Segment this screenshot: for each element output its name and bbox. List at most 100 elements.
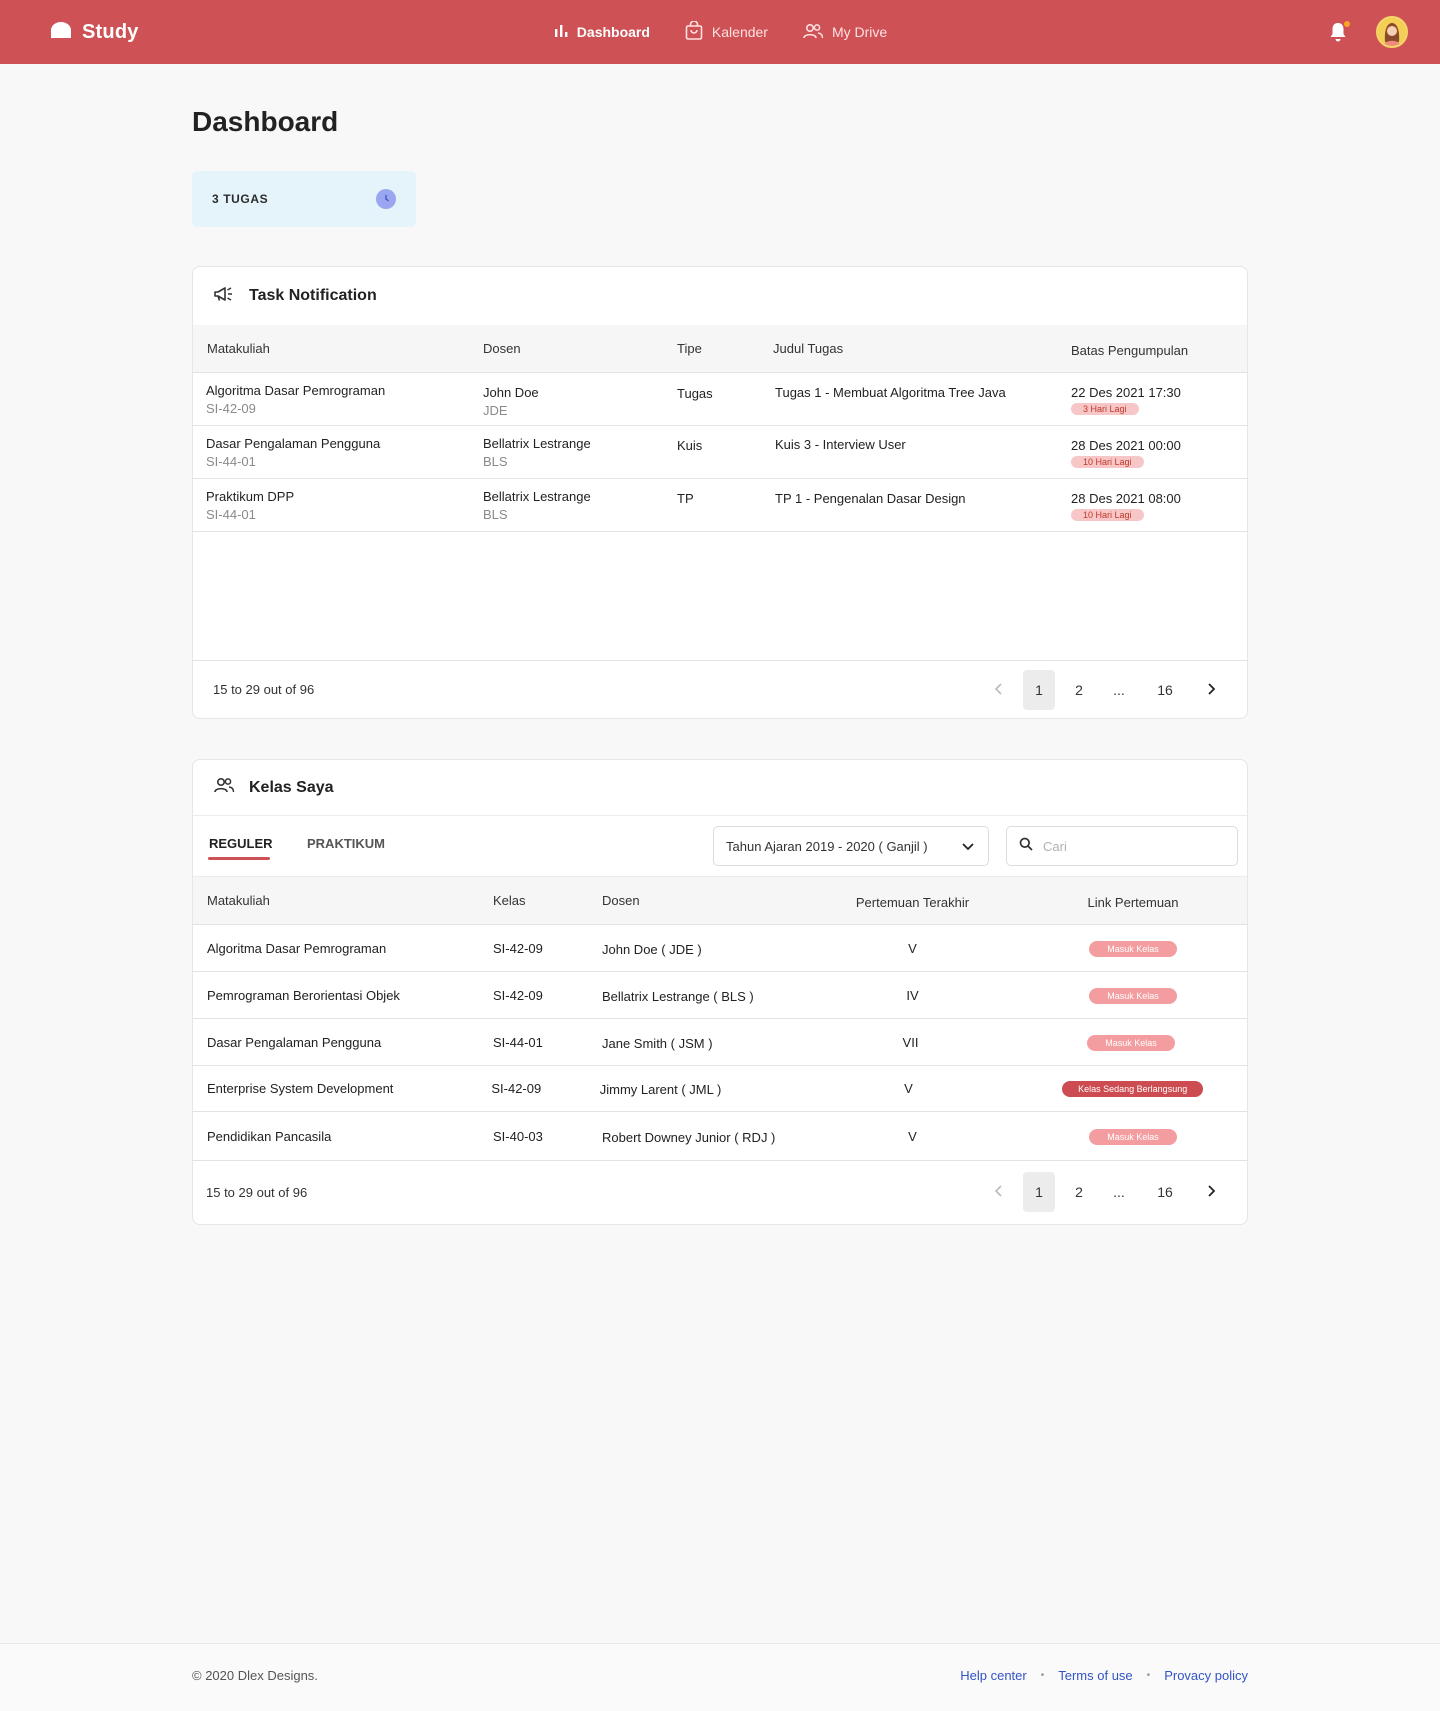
tab-reguler[interactable]: REGULER — [209, 836, 273, 851]
notification-dot — [1344, 21, 1350, 27]
column-header: Dosen — [602, 893, 640, 908]
separator-dot: • — [1040, 1670, 1045, 1681]
task-summary-card[interactable]: 3 TUGAS — [192, 171, 416, 227]
page-list: 1 2 ... 16 — [983, 1172, 1227, 1212]
people-icon — [802, 22, 824, 43]
previous-page-button[interactable] — [983, 670, 1015, 710]
join-class-button[interactable]: Masuk Kelas — [1089, 940, 1177, 957]
footer: © 2020 Dlex Designs. Help center • Terms… — [0, 1643, 1440, 1711]
deadline: 28 Des 2021 08:00 — [1071, 491, 1181, 506]
page-button[interactable]: 2 — [1063, 670, 1095, 710]
active-tab-indicator — [208, 857, 270, 860]
nav-label: Kalender — [711, 24, 768, 40]
table-row[interactable]: Praktikum DPP SI-44-01 Bellatrix Lestran… — [193, 479, 1247, 532]
table-row[interactable]: Dasar Pengalaman Pengguna SI-44-01 Bella… — [193, 426, 1247, 479]
privacy-link[interactable]: Provacy policy — [1164, 1668, 1248, 1683]
brand-name: Study — [82, 20, 139, 43]
task-type: TP — [677, 490, 694, 506]
card-header: Task Notification — [193, 267, 1247, 325]
table-row[interactable]: Algoritma Dasar Pemrograman SI-42-09 Joh… — [193, 925, 1247, 972]
tab-praktikum[interactable]: PRAKTIKUM — [307, 836, 385, 851]
course-name: Enterprise System Development — [207, 1081, 394, 1096]
column-header: Kelas — [493, 893, 526, 908]
table-row[interactable]: Pendidikan Pancasila SI-40-03 Robert Dow… — [193, 1112, 1247, 1161]
main-nav: Dashboard Kalender My Drive — [0, 0, 1440, 64]
page-ellipsis: ... — [1113, 1184, 1125, 1200]
previous-page-button[interactable] — [983, 1172, 1015, 1212]
card-title: Kelas Saya — [249, 778, 334, 796]
footer-links: Help center • Terms of use • Provacy pol… — [960, 1668, 1248, 1683]
lecturer-name: Jimmy Larent ( JML ) — [599, 1082, 722, 1097]
table-row[interactable]: Algoritma Dasar Pemrograman SI-42-09 Joh… — [193, 373, 1247, 426]
task-title: Kuis 3 - Interview User — [775, 436, 906, 452]
lecturer-name: Robert Downey Junior ( RDJ ) — [602, 1129, 776, 1145]
class-code: SI-42-09 — [493, 940, 543, 956]
table-header: Matakuliah Dosen Tipe Judul Tugas Batas … — [193, 325, 1247, 373]
bell-icon — [1328, 23, 1348, 47]
brand[interactable]: Study — [50, 0, 139, 64]
page-button[interactable]: 1 — [1023, 1172, 1055, 1212]
page-button[interactable]: 1 — [1023, 669, 1055, 710]
term-select[interactable]: Tahun Ajaran 2019 - 2020 ( Ganjil ) — [713, 826, 989, 866]
live-class-button[interactable]: Kelas Sedang Berlangsung — [1062, 1081, 1204, 1097]
lecturer-code: BLS — [483, 506, 508, 522]
join-class-button[interactable]: Masuk Kelas — [1089, 1128, 1177, 1145]
table-header: Matakuliah Kelas Dosen Pertemuan Terakhi… — [193, 877, 1247, 925]
course-name: Algoritma Dasar Pemrograman — [206, 382, 386, 398]
table-row[interactable]: Pemrograman Berorientasi Objek SI-42-09 … — [193, 972, 1247, 1019]
avatar[interactable] — [1376, 16, 1408, 48]
lecturer-name: John Doe ( JDE ) — [602, 941, 702, 957]
class-code: SI-44-01 — [493, 1034, 543, 1050]
course-name: Pemrograman Berorientasi Objek — [207, 987, 400, 1003]
lecturer-name: Bellatrix Lestrange ( BLS ) — [602, 988, 754, 1004]
page-button[interactable]: 2 — [1063, 1172, 1095, 1212]
course-name: Dasar Pengalaman Pengguna — [206, 435, 381, 451]
remaining-badge: 10 Hari Lagi — [1071, 509, 1144, 521]
lecturer-code: JDE — [483, 402, 508, 418]
card-header: Kelas Saya — [193, 760, 1247, 815]
page-button[interactable]: 16 — [1143, 1172, 1187, 1212]
pagination-summary: 15 to 29 out of 96 — [206, 1184, 308, 1200]
class-code: SI-42-09 — [491, 1081, 542, 1096]
nav-my-drive[interactable]: My Drive — [802, 22, 887, 43]
nav-dashboard[interactable]: Dashboard — [553, 23, 650, 42]
task-type: Tugas — [677, 385, 713, 401]
search-icon — [1019, 837, 1033, 856]
join-class-button[interactable]: Masuk Kelas — [1089, 987, 1177, 1004]
lecturer-name: Bellatrix Lestrange — [483, 435, 591, 451]
table-row[interactable]: Dasar Pengalaman Pengguna SI-44-01 Jane … — [193, 1019, 1247, 1066]
separator-dot: • — [1146, 1670, 1151, 1681]
table-row[interactable]: Enterprise System Development SI-42-09 J… — [193, 1066, 1247, 1112]
chevron-right-icon — [1206, 1184, 1216, 1200]
help-center-link[interactable]: Help center — [960, 1668, 1026, 1683]
task-notification-card: Task Notification Matakuliah Dosen Tipe … — [192, 266, 1248, 719]
course-name: Algoritma Dasar Pemrograman — [207, 940, 387, 956]
next-page-button[interactable] — [1195, 1172, 1227, 1212]
chevron-right-icon — [1206, 682, 1216, 698]
nav-kalender[interactable]: Kalender — [684, 19, 768, 44]
search-input[interactable] — [1043, 838, 1223, 854]
lecturer-name: Bellatrix Lestrange — [483, 488, 591, 504]
next-page-button[interactable] — [1195, 670, 1227, 710]
column-header: Pertemuan Terakhir — [855, 895, 970, 910]
deadline: 22 Des 2021 17:30 — [1071, 385, 1181, 400]
page-list: 1 2 ... 16 — [983, 669, 1227, 710]
column-header: Matakuliah — [207, 893, 270, 908]
column-header: Tipe — [677, 341, 702, 356]
clock-icon — [376, 189, 396, 209]
page-title: Dashboard — [192, 106, 339, 137]
top-navigation-bar: Study Dashboard Kalender My Drive — [0, 0, 1440, 64]
terms-link[interactable]: Terms of use — [1058, 1668, 1132, 1683]
last-meeting: V — [908, 1128, 917, 1144]
course-name: Pendidikan Pancasila — [207, 1128, 332, 1144]
task-count-label: 3 TUGAS — [212, 192, 269, 206]
nav-label: My Drive — [831, 24, 888, 40]
pagination: 15 to 29 out of 96 1 2 ... 16 — [193, 1161, 1247, 1223]
join-class-button[interactable]: Masuk Kelas — [1087, 1034, 1175, 1051]
page-ellipsis: ... — [1113, 681, 1125, 698]
notifications-button[interactable] — [1328, 21, 1350, 43]
page-button[interactable]: 16 — [1143, 670, 1187, 710]
lecturer-code: BLS — [483, 453, 508, 469]
pagination-summary: 15 to 29 out of 96 — [213, 682, 315, 697]
people-icon — [213, 776, 235, 799]
